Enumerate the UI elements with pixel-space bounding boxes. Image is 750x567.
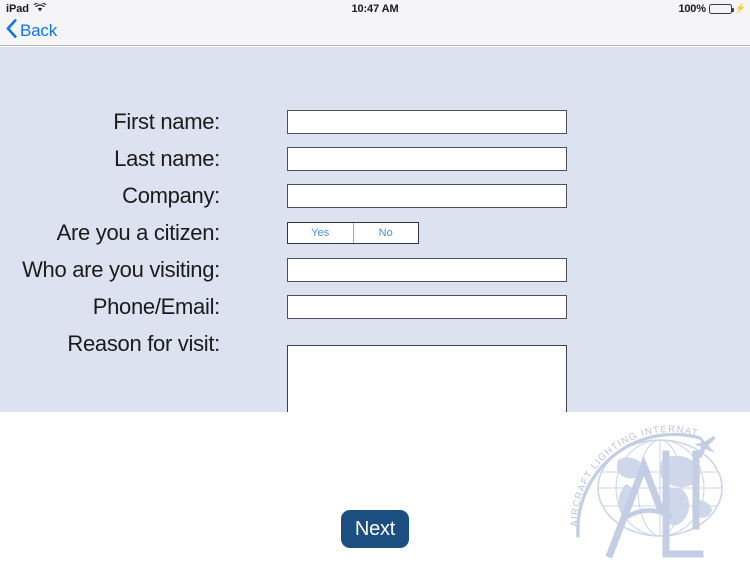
reason-textarea[interactable] (287, 345, 567, 412)
segment-yes[interactable]: Yes (288, 223, 353, 243)
navigation-bar: Back (0, 17, 750, 46)
citizen-field-wrapper: Yes No (287, 222, 419, 244)
logo-arc-text: AIRCRAFT LIGHTING INTERNATIONAL (556, 406, 699, 527)
phone-email-field-wrapper (287, 295, 567, 319)
company-input[interactable] (287, 184, 567, 208)
svg-text:AIRCRAFT LIGHTING INTERNATIONA: AIRCRAFT LIGHTING INTERNATIONAL (560, 414, 700, 527)
status-bar-right: 100% ⚡ (678, 3, 746, 15)
company-field-wrapper (287, 184, 567, 208)
visiting-input[interactable] (287, 258, 567, 282)
aircraft-lighting-international-logo: AIRCRAFT LIGHTING INTERNATIONAL (556, 406, 748, 562)
reason-field-wrapper (287, 345, 567, 412)
segment-no[interactable]: No (352, 223, 418, 243)
form-row-phone-email: Phone/Email: (0, 294, 750, 320)
footer-area: Next AIRCRAFT LIGHTING INTERNAT (0, 406, 750, 563)
form-row-first-name: First name: (0, 109, 750, 135)
status-bar-clock: 10:47 AM (351, 2, 399, 15)
first-name-input[interactable] (287, 110, 567, 134)
battery-icon (708, 3, 734, 14)
form-row-citizen: Are you a citizen: Yes No (0, 220, 750, 246)
form-row-visiting: Who are you visiting: (0, 257, 750, 283)
last-name-input[interactable] (287, 147, 567, 171)
first-name-label: First name: (113, 109, 220, 134)
first-name-field-wrapper (287, 110, 567, 134)
last-name-label: Last name: (114, 146, 220, 171)
back-button-label: Back (20, 21, 57, 40)
battery-percent-label: 100% (678, 2, 706, 15)
lightning-bolt-icon: ⚡ (734, 3, 746, 13)
company-label: Company: (122, 183, 220, 208)
visitor-form-panel: First name: Last name: Company: Are you … (0, 47, 750, 412)
reason-label: Reason for visit: (67, 331, 220, 356)
visiting-field-wrapper (287, 258, 567, 282)
form-row-company: Company: (0, 183, 750, 209)
citizen-segmented-control[interactable]: Yes No (287, 222, 419, 244)
form-row-last-name: Last name: (0, 146, 750, 172)
citizen-label: Are you a citizen: (56, 220, 221, 245)
last-name-field-wrapper (287, 147, 567, 171)
phone-email-label: Phone/Email: (92, 294, 221, 319)
phone-email-input[interactable] (287, 295, 567, 319)
next-button[interactable]: Next (341, 510, 409, 548)
status-bar: iPad 10:47 AM 100% ⚡ (0, 0, 750, 17)
chevron-left-icon (6, 19, 17, 43)
back-button[interactable]: Back (6, 19, 57, 43)
visiting-label: Who are you visiting: (22, 257, 220, 282)
